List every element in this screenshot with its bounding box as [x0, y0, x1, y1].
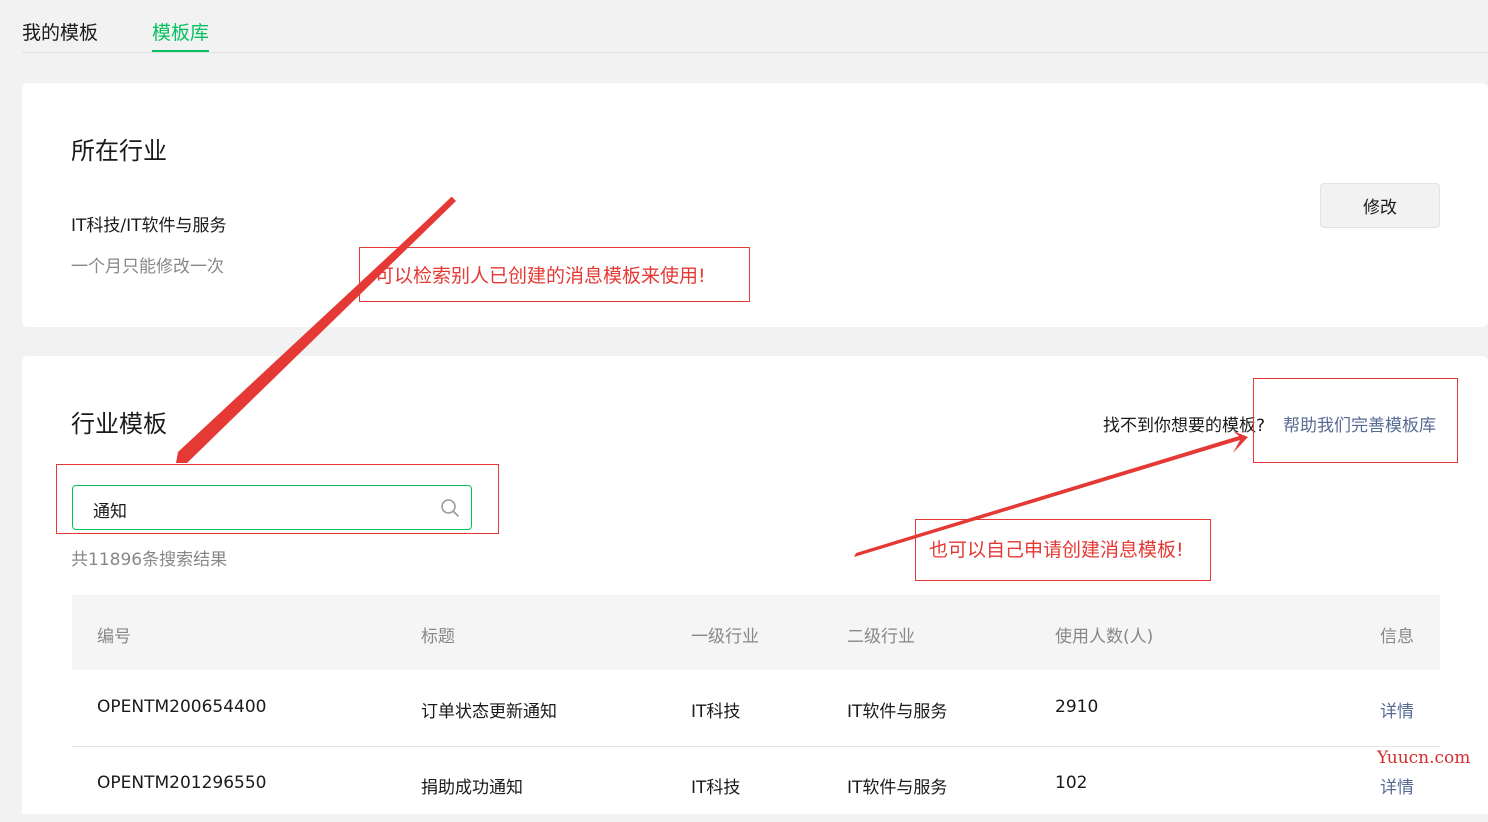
industry-title: 所在行业	[71, 137, 167, 165]
templates-title: 行业模板	[71, 410, 167, 438]
annotation-box-search-note: 可以检索别人已创建的消息模板来使用!	[359, 247, 750, 302]
header-secondary-industry: 二级行业	[847, 627, 915, 647]
table-row: OPENTM200654400 订单状态更新通知 IT科技 IT软件与服务 29…	[72, 670, 1440, 747]
tab-divider	[22, 52, 1488, 53]
result-count: 共11896条搜索结果	[71, 550, 228, 570]
header-primary-industry: 一级行业	[691, 627, 759, 647]
tab-my-templates[interactable]: 我的模板	[22, 18, 98, 45]
cell-user-count: 2910	[1055, 697, 1099, 717]
table-row: OPENTM201296550 捐助成功通知 IT科技 IT软件与服务 102 …	[72, 746, 1440, 822]
annotation-box-search-input	[56, 464, 499, 534]
header-id: 编号	[97, 627, 131, 647]
tab-template-library-label: 模板库	[152, 22, 210, 44]
annotation-box-create-note: 也可以自己申请创建消息模板!	[915, 519, 1211, 581]
header-info: 信息	[1380, 627, 1414, 647]
annotation-create-note: 也可以自己申请创建消息模板!	[929, 539, 1184, 561]
details-link[interactable]: 详情	[1380, 773, 1414, 798]
modify-button[interactable]: 修改	[1320, 183, 1440, 228]
industry-modify-hint: 一个月只能修改一次	[71, 257, 224, 277]
cell-primary-industry: IT科技	[691, 778, 741, 798]
cell-secondary-industry: IT软件与服务	[847, 702, 948, 722]
cell-user-count: 102	[1055, 773, 1088, 793]
cell-id: OPENTM200654400	[97, 697, 267, 717]
cell-title: 捐助成功通知	[421, 778, 523, 798]
header-title: 标题	[421, 627, 455, 647]
annotation-box-help-link	[1253, 378, 1458, 463]
industry-value: IT科技/IT软件与服务	[71, 216, 227, 236]
cell-primary-industry: IT科技	[691, 702, 741, 722]
help-question: 找不到你想要的模板?	[1103, 416, 1266, 436]
tab-template-library[interactable]: 模板库	[152, 18, 210, 52]
cell-id: OPENTM201296550	[97, 773, 267, 793]
tab-bar: 我的模板 模板库	[0, 0, 1488, 53]
watermark: Yuucn.com	[1377, 748, 1471, 768]
cell-secondary-industry: IT软件与服务	[847, 778, 948, 798]
annotation-search-note: 可以检索别人已创建的消息模板来使用!	[375, 265, 706, 287]
cell-title: 订单状态更新通知	[421, 702, 557, 722]
header-user-count: 使用人数(人)	[1055, 627, 1154, 647]
table-header: 编号 标题 一级行业 二级行业 使用人数(人) 信息	[72, 595, 1440, 670]
details-link[interactable]: 详情	[1380, 697, 1414, 722]
industry-card: 所在行业 IT科技/IT软件与服务 一个月只能修改一次 修改	[22, 83, 1488, 327]
